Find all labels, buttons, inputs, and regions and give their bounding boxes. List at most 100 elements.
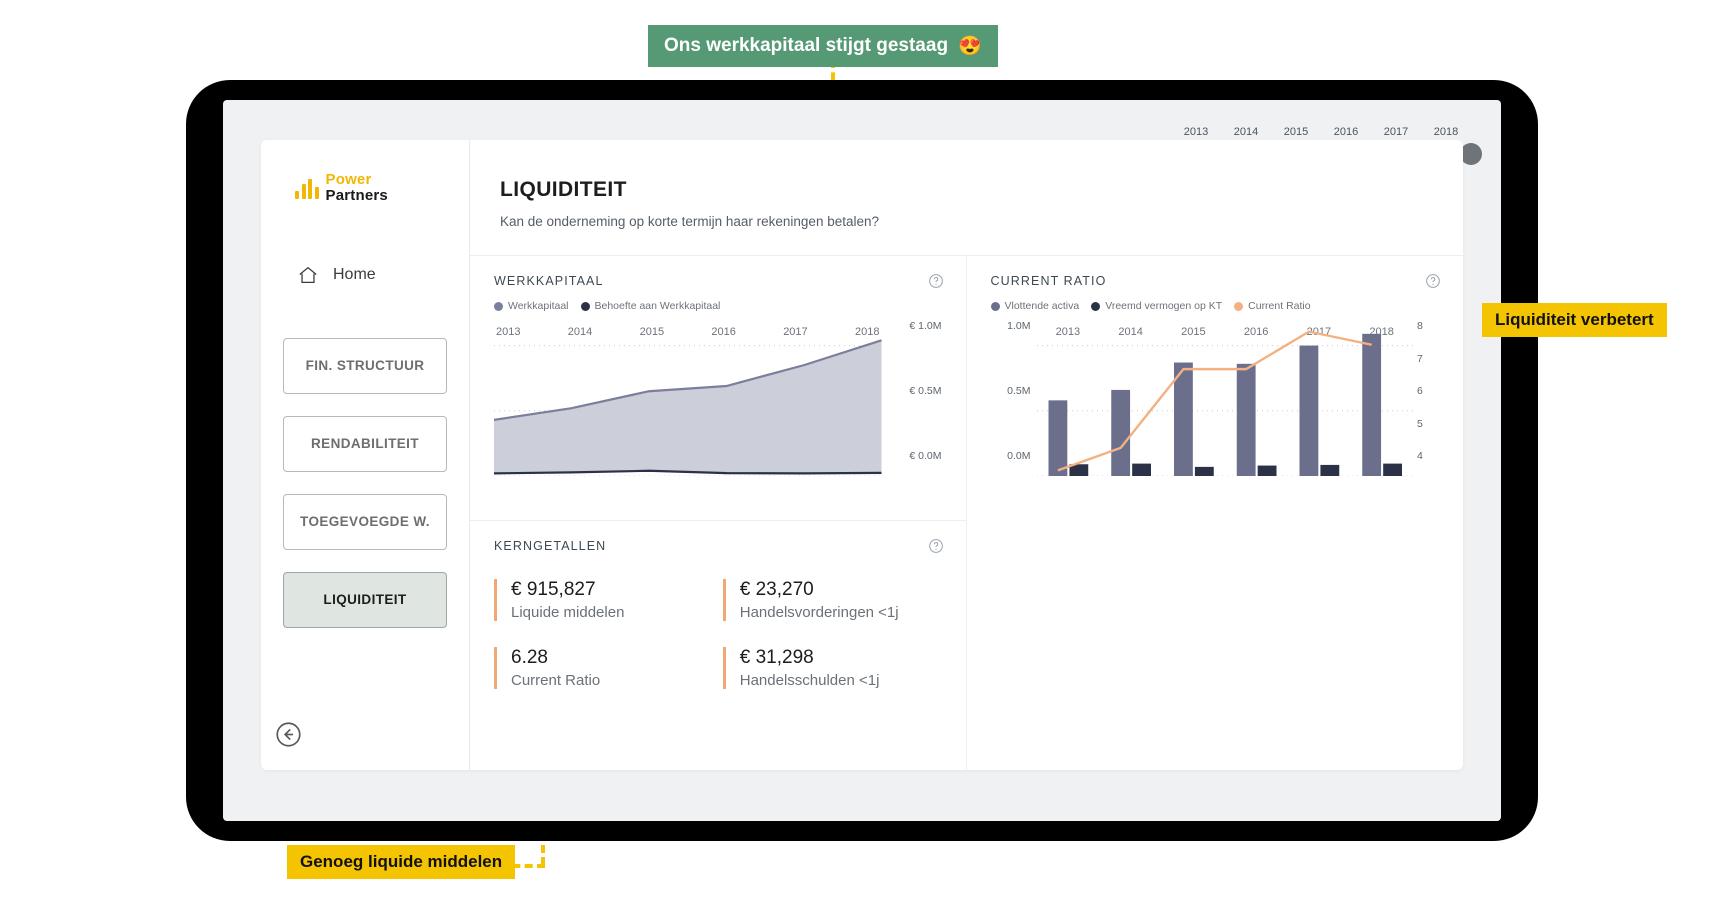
help-icon[interactable] [928,538,944,554]
year-label-2015: 2015 [1283,126,1309,138]
kpi-value: € 915,827 [511,579,596,600]
tablet-device-frame: 2013 2014 2015 2016 2017 2018 Power Part… [186,80,1538,841]
sidebar-item-fin-structuur[interactable]: FIN. STRUCTUUR [283,337,447,394]
logo-text-line1: Power [325,171,372,188]
card-werkkapitaal: WERKKAPITAAL Werkkapitaal Behoefte aan W… [470,256,966,506]
screenshot-root: 2013 2014 2015 2016 2017 2018 Power Part… [0,0,1724,920]
panels-row: WERKKAPITAAL Werkkapitaal Behoefte aan W… [470,256,1463,770]
legend-item: Vreemd vermogen op KT [1091,300,1222,312]
legend-current-ratio: Vlottende activa Vreemd vermogen op KT C… [990,300,1440,312]
heart-eyes-emoji-icon: 😍 [958,36,982,57]
kpi-value: € 23,270 [739,579,814,600]
panel-right: CURRENT RATIO Vlottende activa Vreemd ve… [967,256,1464,770]
area-chart-svg [494,326,882,476]
legend-label: Behoefte aan Werkkapitaal [594,300,721,312]
kpi-liquide-middelen: € 915,827 Liquide middelen [494,579,713,621]
y-tick-label: € 1.0M [909,320,942,332]
sidebar-item-rendabiliteit[interactable]: RENDABILITEIT [283,415,447,472]
sidebar-item-rendabiliteit-label: RENDABILITEIT [311,436,419,451]
legend-color-dot [990,301,1000,311]
panel-left: WERKKAPITAAL Werkkapitaal Behoefte aan W… [470,256,967,770]
year-label-2013: 2013 [1183,126,1209,138]
legend-label: Current Ratio [1248,300,1311,312]
help-icon[interactable] [928,273,944,289]
y-tick-label: 5 [1417,418,1423,430]
bar-chart-svg [1037,326,1414,476]
bar-chart-y-axis-left: 1.0M 0.5M 0.0M [991,320,1031,476]
card-current-ratio-title: CURRENT RATIO [990,274,1107,288]
logo-text-line2: Partners [325,186,388,204]
legend-item: Behoefte aan Werkkapitaal [580,300,721,312]
logo-bars-icon [295,177,319,199]
year-label-2017: 2017 [1383,126,1409,138]
annotation-bottom: Genoeg liquide middelen [287,845,516,879]
kpi-value: 6.28 [511,647,548,668]
kpi-label: Handelsvorderingen <1j [739,604,899,621]
kpi-label: Current Ratio [511,672,601,689]
y-tick-label: € 0.5M [909,385,942,397]
y-tick-label: 6 [1417,385,1423,397]
chart-current-ratio: 1.0M 0.5M 0.0M 8 7 6 5 4 2013 2014 2015 … [991,320,1440,506]
brand-logo[interactable]: Power Partners [295,172,447,204]
year-label-2014: 2014 [1233,126,1259,138]
kpi-label: Liquide middelen [511,604,625,621]
tablet-screen: 2013 2014 2015 2016 2017 2018 Power Part… [223,100,1501,821]
kpi-current-ratio: 6.28 Current Ratio [494,647,713,689]
legend-item: Werkkapitaal [494,300,569,312]
annotation-bottom-text: Genoeg liquide middelen [300,852,503,871]
legend-color-dot [580,301,590,311]
page-header: LIQUIDITEIT Kan de onderneming op korte … [470,140,1463,256]
sidebar-item-toegevoegde-w-label: TOEGEVOEGDE W. [300,514,430,529]
card-kerngetallen: KERNGETALLEN € 915,827 Liquide middelen … [470,521,966,709]
page-title: LIQUIDITEIT [500,178,627,201]
kpi-label: Handelsschulden <1j [739,672,880,689]
legend-color-dot [1234,301,1244,311]
y-tick-label: 4 [1417,450,1423,462]
y-tick-label: 0.0M [1007,450,1031,462]
sidebar-item-liquiditeit[interactable]: LIQUIDITEIT [283,571,447,628]
legend-item: Vlottende activa [990,300,1080,312]
y-tick-label: € 0.0M [909,450,942,462]
y-tick-label: 0.5M [1007,385,1031,397]
y-tick-label: 8 [1417,320,1423,332]
annotation-top: Ons werkkapitaal stijgt gestaag 😍 [648,25,998,67]
home-icon [299,266,317,283]
sidebar-nav: FIN. STRUCTUUR RENDABILITEIT TOEGEVOEGDE… [283,337,447,628]
y-tick-label: 7 [1417,353,1423,365]
year-label-2018: 2018 [1433,126,1459,138]
kpi-handelsvorderingen: € 23,270 Handelsvorderingen <1j [722,579,942,621]
legend-label: Vlottende activa [1004,300,1080,312]
kpi-grid: € 915,827 Liquide middelen € 23,270 Hand… [494,579,942,709]
card-werkkapitaal-title: WERKKAPITAAL [494,274,604,288]
legend-color-dot [1091,301,1101,311]
help-icon[interactable] [1425,273,1441,289]
sidebar: Power Partners Home FIN. STRUCTUUR RENDA… [261,140,469,770]
annotation-right-text: Liquiditeit verbetert [1495,310,1654,329]
card-current-ratio: CURRENT RATIO Vlottende activa Vreemd ve… [967,256,1464,506]
legend-werkkapitaal: Werkkapitaal Behoefte aan Werkkapitaal [494,300,942,312]
app-container: Power Partners Home FIN. STRUCTUUR RENDA… [261,140,1463,770]
kpi-value: € 31,298 [739,647,814,668]
kpi-handelsschulden: € 31,298 Handelsschulden <1j [722,647,942,689]
year-label-2016: 2016 [1333,126,1359,138]
bar-chart-y-axis-right: 8 7 6 5 4 [1417,320,1439,476]
year-slider-handle-end[interactable] [1460,143,1482,165]
legend-label: Werkkapitaal [508,300,569,312]
card-kerngetallen-title: KERNGETALLEN [494,539,607,553]
legend-item: Current Ratio [1234,300,1311,312]
main-panel: LIQUIDITEIT Kan de onderneming op korte … [469,140,1463,770]
sidebar-item-home-label: Home [333,265,376,283]
chart-werkkapitaal: € 1.0M € 0.5M € 0.0M 2013 2014 2015 2016 [494,320,942,506]
sidebar-item-liquiditeit-label: LIQUIDITEIT [323,592,407,607]
sidebar-item-toegevoegde-w[interactable]: TOEGEVOEGDE W. [283,493,447,550]
y-tick-label: 1.0M [1007,320,1031,332]
annotation-top-text: Ons werkkapitaal stijgt gestaag [664,35,949,56]
back-arrow-circle-icon[interactable] [275,721,302,748]
legend-color-dot [494,301,503,311]
sidebar-item-fin-structuur-label: FIN. STRUCTUUR [305,358,425,373]
page-subtitle: Kan de onderneming op korte termijn haar… [500,214,880,229]
legend-label: Vreemd vermogen op KT [1105,300,1223,312]
sidebar-item-home[interactable]: Home [297,264,447,286]
annotation-right: Liquiditeit verbetert [1482,303,1667,337]
area-chart-y-axis: € 1.0M € 0.5M € 0.0M [884,320,942,476]
